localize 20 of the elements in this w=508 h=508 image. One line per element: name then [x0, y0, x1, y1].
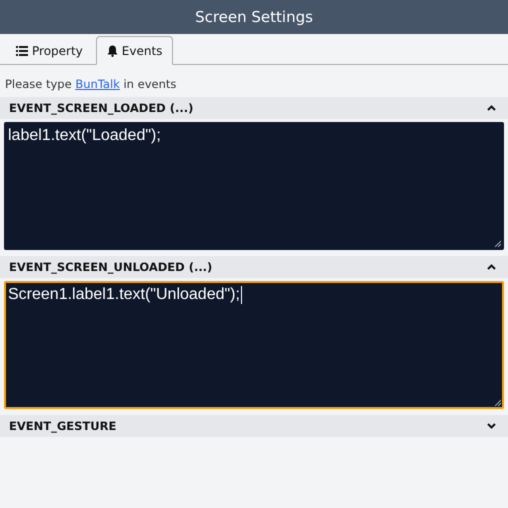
chevron-up-icon[interactable]: [487, 264, 496, 270]
bell-icon: [106, 44, 118, 56]
window-title: Screen Settings: [195, 8, 313, 26]
buntalk-link[interactable]: BunTalk: [75, 77, 120, 91]
section-header[interactable]: EVENT_SCREEN_UNLOADED (...): [0, 256, 508, 278]
tab[interactable]: Property: [5, 36, 94, 65]
chevron-up-icon[interactable]: [487, 105, 496, 111]
tab[interactable]: Events: [96, 36, 174, 65]
code-editor[interactable]: Screen1.label1.text("Unloaded");: [4, 281, 504, 409]
list-icon: [16, 46, 28, 56]
section-title: EVENT_SCREEN_LOADED (...): [9, 101, 194, 115]
hint-text: Please type BunTalk in events: [5, 77, 178, 91]
resize-grip-icon[interactable]: [494, 240, 501, 247]
resize-grip-icon[interactable]: [494, 399, 501, 406]
section-title: EVENT_GESTURE: [9, 419, 116, 433]
code-editor[interactable]: label1.text("Loaded");: [4, 122, 504, 250]
section-title: EVENT_SCREEN_UNLOADED (...): [9, 260, 212, 274]
section-header[interactable]: EVENT_SCREEN_LOADED (...): [0, 97, 508, 119]
chevron-down-icon[interactable]: [487, 423, 496, 429]
section-header[interactable]: EVENT_GESTURE: [0, 415, 508, 437]
